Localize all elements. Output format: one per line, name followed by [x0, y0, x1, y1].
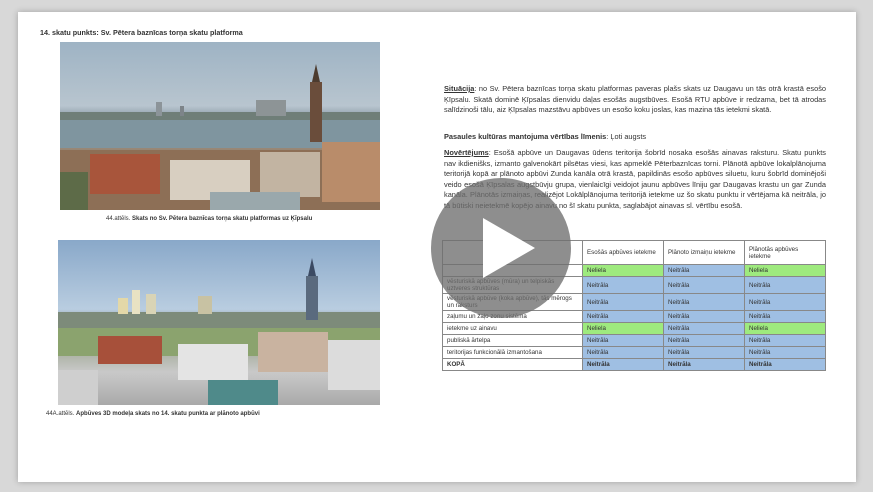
- table-cell: Neitrāla: [744, 346, 826, 359]
- viewer-frame: 14. skatu punkts: Sv. Pētera baznīcas to…: [0, 0, 873, 492]
- city-photo: [60, 42, 380, 210]
- situation-paragraph: Situācija: no Sv. Pētera baznīcas torņa …: [444, 84, 826, 116]
- table-cell: teritorijas funkcionālā izmantošana: [442, 346, 583, 359]
- table-header-cell: Plānoto izmaiņu ietekme: [663, 240, 745, 265]
- table-cell: Neitrāla: [582, 310, 664, 323]
- table-cell: Neitrāla: [663, 293, 745, 311]
- table-cell: Neliela: [744, 264, 826, 277]
- table-cell: Neliela: [582, 264, 664, 277]
- model-render: [58, 240, 380, 405]
- table-cell: Neitrāla: [744, 293, 826, 311]
- play-icon: [483, 218, 535, 278]
- table-cell: Neitrāla: [663, 346, 745, 359]
- table-cell: Neitrāla: [663, 322, 745, 335]
- value-level-text: : Ļoti augsts: [606, 132, 647, 141]
- table-cell: Neitrāla: [582, 334, 664, 347]
- situation-label: Situācija: [444, 84, 475, 93]
- table-cell: Neitrāla: [744, 310, 826, 323]
- figure-number-1: 44.attēls.: [106, 216, 131, 222]
- table-cell: Neitrāla: [663, 310, 745, 323]
- figure-number-2: 44A.attēls.: [46, 411, 75, 417]
- table-cell: Neliela: [744, 322, 826, 335]
- table-cell: Neliela: [582, 322, 664, 335]
- figure-caption-2: 44A.attēls. Apbūves 3D modeļa skats no 1…: [46, 411, 260, 417]
- table-header-cell: Plānotās apbūves ietekme: [744, 240, 826, 265]
- table-cell: Neitrāla: [744, 276, 826, 294]
- table-cell: Neitrāla: [582, 358, 664, 371]
- table-cell: Neitrāla: [744, 334, 826, 347]
- table-cell: Neitrāla: [582, 276, 664, 294]
- figure-caption-1: 44.attēls. Skats no Sv. Pētera baznīcas …: [106, 216, 312, 222]
- value-level-label: Pasaules kultūras mantojuma vērtības līm…: [444, 132, 607, 141]
- table-cell: KOPĀ: [442, 358, 583, 371]
- table-total-row: KOPĀ Neitrāla Neitrāla Neitrāla: [442, 358, 826, 371]
- situation-text: : no Sv. Pētera baznīcas torņa skatu pla…: [444, 84, 826, 115]
- figure-title-1: Skats no Sv. Pētera baznīcas torņa skatu…: [132, 216, 313, 222]
- table-cell: Neitrāla: [744, 358, 826, 371]
- table-row: teritorijas funkcionālā izmantošana Neit…: [442, 346, 826, 359]
- table-cell: Neitrāla: [582, 346, 664, 359]
- value-level-paragraph: Pasaules kultūras mantojuma vērtības līm…: [444, 132, 826, 143]
- figure-title-2: Apbūves 3D modeļa skats no 14. skatu pun…: [76, 411, 260, 417]
- section-heading: 14. skatu punkts: Sv. Pētera baznīcas to…: [40, 28, 243, 37]
- table-cell: Neitrāla: [663, 334, 745, 347]
- table-cell: publiskā ārtelpa: [442, 334, 583, 347]
- table-cell: Neitrāla: [663, 358, 745, 371]
- table-cell: ietekme uz ainavu: [442, 322, 583, 335]
- play-button[interactable]: [431, 178, 571, 318]
- table-header-cell: Esošās apbūves ietekme: [582, 240, 664, 265]
- table-cell: Neitrāla: [663, 276, 745, 294]
- assessment-label: Novērtējums: [444, 148, 489, 157]
- table-row: ietekme uz ainavu Neliela Neitrāla Nelie…: [442, 322, 826, 335]
- table-cell: Neitrāla: [663, 264, 745, 277]
- table-row: publiskā ārtelpa Neitrāla Neitrāla Neitr…: [442, 334, 826, 347]
- table-cell: Neitrāla: [582, 293, 664, 311]
